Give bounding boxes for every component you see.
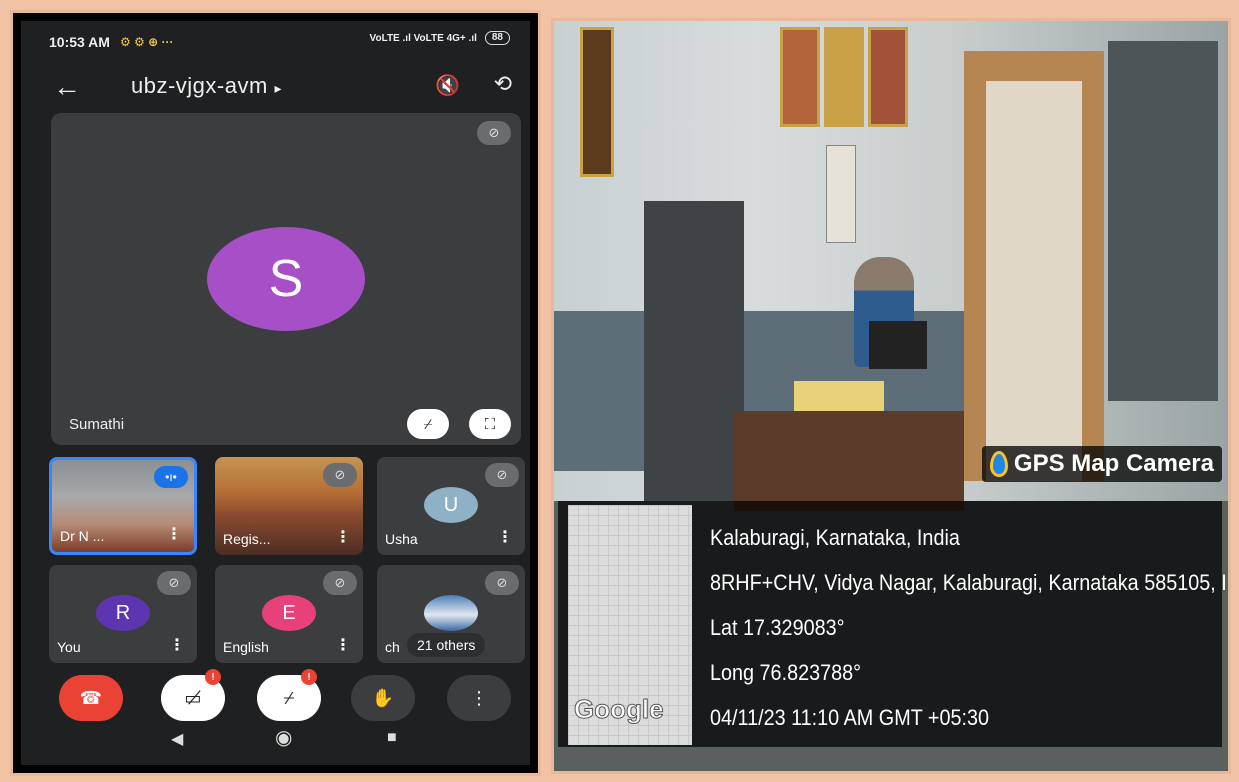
gps-location: Kalaburagi, Karnataka, India [710, 525, 960, 550]
participant-name: Sumathi [69, 416, 125, 433]
photo-framed-picture [824, 27, 864, 127]
home-nav-icon[interactable]: ◉ [275, 725, 292, 750]
more-options-icon[interactable]: ⋮ [169, 635, 185, 655]
participant-tile[interactable]: •ı• Dr N ... ⋮ [49, 457, 197, 555]
status-bar: 10:53 AM ⚙ ⚙ ⊕ ··· VoLTE .ıl VoLTE 4G+ .… [21, 21, 530, 53]
warning-badge: ! [205, 669, 221, 685]
participant-name: Usha [385, 531, 418, 547]
participant-tile[interactable]: ⊘ E English ⋮ [215, 565, 363, 663]
android-nav-bar: ◀ ◉ ■ [21, 725, 530, 755]
back-arrow-icon[interactable]: ← [53, 71, 81, 103]
gps-overlay: Google Kalaburagi, Karnataka, India 8RHF… [558, 501, 1228, 747]
photo-desk [734, 411, 964, 511]
participant-tile[interactable]: ⊘ Regis... ⋮ [215, 457, 363, 555]
warning-badge: ! [301, 669, 317, 685]
avatar: R [96, 595, 150, 631]
photo-framed-picture [868, 27, 908, 127]
others-tile[interactable]: ⊘ ch 21 others [377, 565, 525, 663]
more-options-icon[interactable]: ⋮ [166, 524, 182, 544]
speaking-indicator-icon: •ı• [154, 466, 188, 488]
meeting-code-text: ubz-vjgx-avm [131, 73, 268, 98]
meet-screen: 10:53 AM ⚙ ⚙ ⊕ ··· VoLTE .ıl VoLTE 4G+ .… [21, 21, 530, 765]
participant-name: ch [385, 639, 400, 655]
speaker-off-icon[interactable]: 🔇 [435, 73, 460, 98]
chevron-right-icon: ▸ [274, 80, 282, 96]
gps-map-camera-tag: GPS Map Camera [981, 446, 1222, 482]
mic-off-icon: ⊘ [485, 571, 519, 595]
switch-camera-icon[interactable]: ⟲ [494, 71, 512, 97]
others-avatar [424, 595, 478, 631]
call-controls: ☎ ▭̸ ! ⌿ ! ✋ ⋮ [21, 669, 530, 731]
gps-latitude: Lat 17.329083° [710, 615, 845, 640]
network-indicator: VoLTE .ıl VoLTE 4G+ .ıl [369, 32, 477, 44]
mic-off-icon: ⊘ [485, 463, 519, 487]
mic-off-icon: ⌿ [283, 687, 295, 708]
map-thumbnail: Google [568, 505, 692, 745]
avatar: U [424, 487, 478, 523]
more-options-button[interactable]: ⋮ [447, 675, 511, 721]
participant-name: English [223, 639, 269, 655]
end-call-button[interactable]: ☎ [59, 675, 123, 721]
avatar: S [207, 227, 365, 331]
unpin-button[interactable]: ⌿ [407, 409, 449, 439]
back-nav-icon[interactable]: ◀ [171, 729, 183, 749]
mic-off-icon: ⊘ [323, 571, 357, 595]
participant-name: Regis... [223, 531, 271, 547]
photo-calendar [826, 145, 856, 243]
more-options-icon[interactable]: ⋮ [335, 527, 351, 547]
gps-timestamp: 04/11/23 11:10 AM GMT +05:30 [710, 705, 990, 730]
raise-hand-button[interactable]: ✋ [351, 675, 415, 721]
participant-name: Dr N ... [60, 528, 105, 544]
recents-nav-icon[interactable]: ■ [387, 729, 397, 747]
status-time: 10:53 AM [49, 34, 110, 50]
photo-cabinet [1108, 41, 1218, 401]
photo-framed-picture [780, 27, 820, 127]
battery-indicator: 88 [484, 31, 510, 45]
office-photo: GPS Map Camera Google Kalaburagi, Karnat… [551, 18, 1231, 774]
participant-tile[interactable]: ⊘ U Usha ⋮ [377, 457, 525, 555]
participant-name: You [57, 639, 81, 655]
mic-off-icon: ⊘ [477, 121, 511, 145]
more-options-icon[interactable]: ⋮ [497, 527, 513, 547]
location-pin-icon [989, 451, 1008, 477]
status-right: VoLTE .ıl VoLTE 4G+ .ıl 88 [370, 31, 510, 45]
photo-laptop [869, 321, 927, 369]
meeting-code[interactable]: ubz-vjgx-avm ▸ [131, 73, 282, 99]
participant-tile[interactable]: ⊘ R You ⋮ [49, 565, 197, 663]
photo-framed-picture [580, 27, 614, 177]
fullscreen-button[interactable]: ⛶ [469, 409, 511, 439]
gps-longitude: Long 76.823788° [710, 660, 862, 685]
status-indicators: ⚙ ⚙ ⊕ ··· [119, 35, 174, 49]
gps-info: Kalaburagi, Karnataka, India 8RHF+CHV, V… [710, 515, 1231, 740]
avatar: E [262, 595, 316, 631]
gps-brand: GPS Map Camera [1013, 450, 1214, 477]
main-participant-tile[interactable]: ⊘ S Sumathi ⌿ ⛶ [51, 113, 521, 445]
more-options-icon[interactable]: ⋮ [335, 635, 351, 655]
phone-screenshot: 10:53 AM ⚙ ⚙ ⊕ ··· VoLTE .ıl VoLTE 4G+ .… [10, 10, 541, 776]
photo-cabinet [644, 201, 744, 501]
camera-off-icon: ▭̸ [184, 687, 202, 708]
mic-toggle-button[interactable]: ⌿ ! [257, 669, 321, 721]
gps-address: 8RHF+CHV, Vidya Nagar, Kalaburagi, Karna… [710, 570, 1231, 595]
meeting-top-bar: ← ubz-vjgx-avm ▸ 🔇 ⟲ [21, 63, 530, 107]
photo-doorway [986, 81, 1082, 481]
mic-off-icon: ⊘ [323, 463, 357, 487]
camera-toggle-button[interactable]: ▭̸ ! [161, 669, 225, 721]
mic-off-icon: ⊘ [157, 571, 191, 595]
hand-icon: ✋ [371, 687, 395, 708]
more-vert-icon: ⋮ [470, 687, 488, 708]
others-count: 21 others [407, 633, 486, 657]
map-provider-label: Google [574, 694, 665, 725]
